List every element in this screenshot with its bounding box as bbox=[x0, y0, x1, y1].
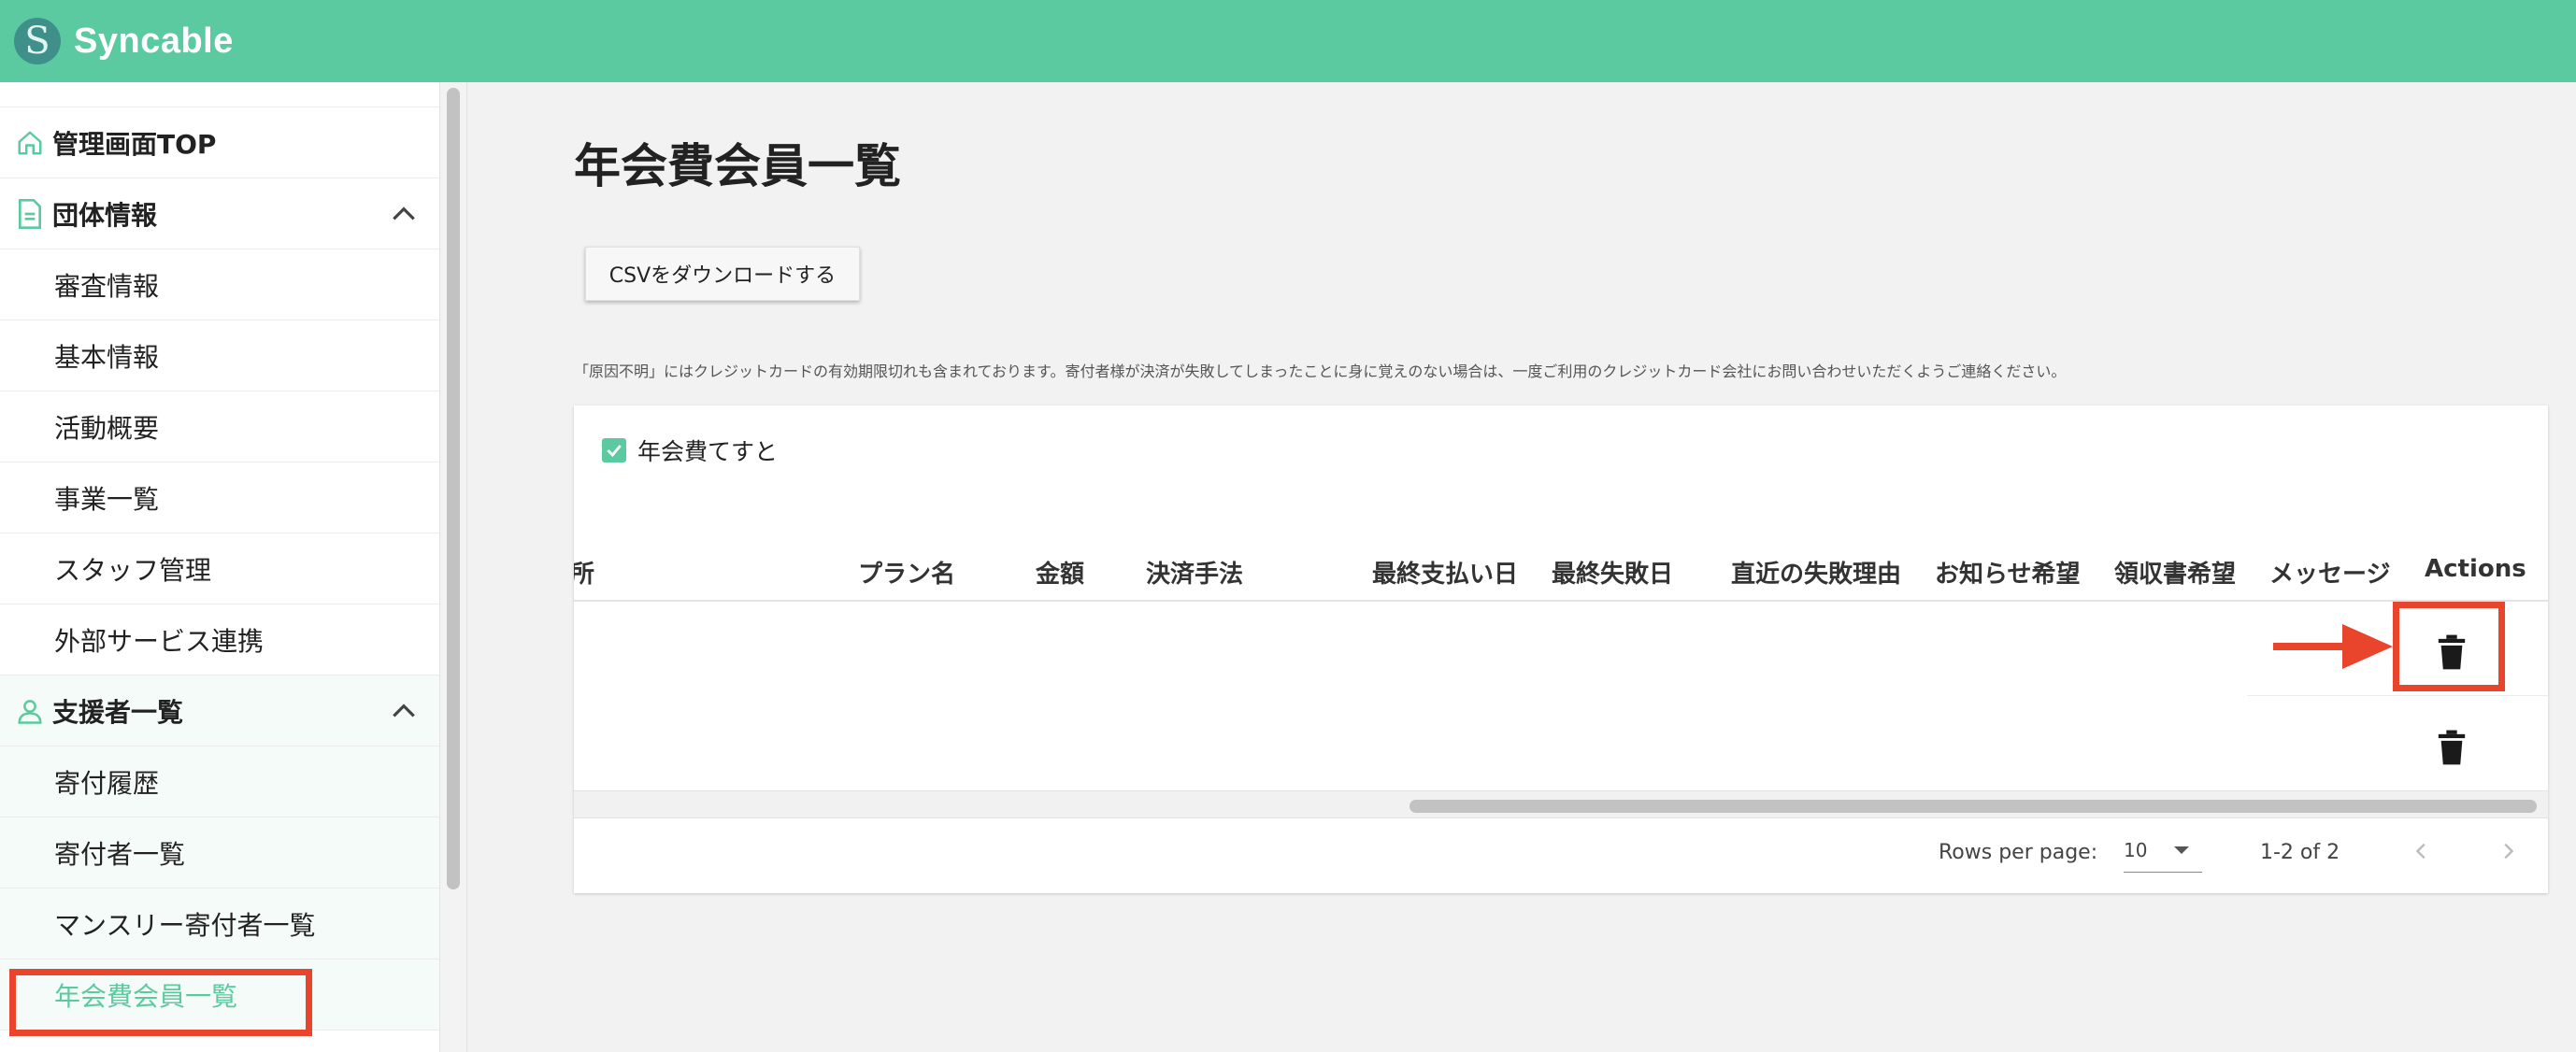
column-header[interactable]: 決済手法 bbox=[1146, 555, 1243, 590]
column-header[interactable]: 直近の失敗理由 bbox=[1731, 555, 1901, 590]
column-header[interactable]: 領収書希望 bbox=[2114, 555, 2236, 590]
sidebar-item-monthly-donors[interactable]: マンスリー寄付者一覧 bbox=[0, 889, 439, 960]
sidebar-item-label: 基本情報 bbox=[54, 341, 160, 373]
column-header[interactable]: 金額 bbox=[1036, 555, 1084, 590]
members-table-card: 年会費てすと 所 プラン名 金額 決済手法 最終支払い日 最終失敗日 直近の失敗… bbox=[574, 405, 2548, 893]
column-header[interactable]: プラン名 bbox=[858, 555, 955, 590]
sidebar-item-label: スタッフ管理 bbox=[54, 554, 212, 586]
sidebar-item-label: 管理画面TOP bbox=[52, 128, 217, 160]
previous-page-button[interactable] bbox=[2408, 837, 2436, 865]
person-icon bbox=[14, 695, 46, 727]
sidebar-item-donors[interactable]: 寄付者一覧 bbox=[0, 817, 439, 889]
column-header[interactable]: お知らせ希望 bbox=[1935, 555, 2080, 590]
chevron-right-icon bbox=[2504, 843, 2514, 860]
logo-mark: S bbox=[14, 18, 61, 64]
chevron-up-icon[interactable] bbox=[389, 696, 419, 726]
column-header[interactable]: 最終支払い日 bbox=[1372, 555, 1518, 590]
sidebar-scrollbar-thumb[interactable] bbox=[447, 88, 460, 889]
sidebar: 管理画面TOP 団体情報 審査情報 基本情報 活動概要 事業一覧 スタッフ管理 … bbox=[0, 82, 439, 1052]
rows-per-page-value: 10 bbox=[2124, 839, 2148, 861]
filter-checkbox-row[interactable]: 年会費てすと bbox=[602, 434, 778, 467]
next-page-button[interactable] bbox=[2494, 837, 2522, 865]
checkbox-label: 年会費てすと bbox=[637, 438, 779, 465]
sidebar-item-staff[interactable]: スタッフ管理 bbox=[0, 533, 439, 604]
caret-down-icon bbox=[2174, 846, 2189, 854]
column-header[interactable]: 最終失敗日 bbox=[1552, 555, 1673, 590]
column-header: Actions bbox=[2425, 555, 2526, 583]
sidebar-item-label: マンスリー寄付者一覧 bbox=[54, 909, 316, 941]
chevron-left-icon bbox=[2415, 843, 2426, 860]
failure-note: 「原因不明」にはクレジットカードの有効期限切れも含まれております。寄付者様が決済… bbox=[574, 363, 2067, 380]
table-row-divider bbox=[2247, 695, 2548, 696]
sidebar-section-org[interactable]: 団体情報 bbox=[0, 178, 439, 249]
column-header[interactable]: 所 bbox=[574, 555, 594, 590]
sidebar-item-label: 審査情報 bbox=[54, 270, 160, 302]
sidebar-item-label: 活動概要 bbox=[54, 412, 160, 444]
sidebar-item-review[interactable]: 審査情報 bbox=[0, 249, 439, 320]
home-icon bbox=[14, 127, 46, 159]
sidebar-item-label: 事業一覧 bbox=[54, 483, 160, 515]
sidebar-section-label: 支援者一覧 bbox=[52, 696, 184, 728]
sidebar-section-label: 団体情報 bbox=[52, 199, 158, 231]
app-header: S Syncable bbox=[0, 0, 2576, 82]
sidebar-item-label: 外部サービス連携 bbox=[54, 625, 265, 657]
sidebar-item-label: 寄付履歴 bbox=[54, 767, 160, 799]
chevron-up-icon[interactable] bbox=[389, 199, 419, 229]
sidebar-item-integrations[interactable]: 外部サービス連携 bbox=[0, 604, 439, 675]
document-icon bbox=[14, 198, 46, 230]
annotation-arrow bbox=[2273, 624, 2393, 669]
rows-per-page-select[interactable]: 10 bbox=[2124, 835, 2202, 873]
page-title: 年会費会員一覧 bbox=[574, 139, 901, 193]
app-name[interactable]: Syncable bbox=[74, 21, 234, 62]
sidebar-item-label: 寄付者一覧 bbox=[54, 838, 186, 870]
table-header-divider bbox=[574, 600, 2548, 602]
pagination-range: 1-2 of 2 bbox=[2260, 841, 2340, 864]
sidebar-item-activity[interactable]: 活動概要 bbox=[0, 391, 439, 462]
sidebar-item-basic[interactable]: 基本情報 bbox=[0, 320, 439, 391]
rows-per-page-label: Rows per page: bbox=[1939, 841, 2098, 864]
table-horizontal-scrollbar-thumb[interactable] bbox=[1410, 800, 2537, 813]
checkbox[interactable] bbox=[602, 438, 626, 462]
sidebar-section-supporters[interactable]: 支援者一覧 bbox=[0, 675, 439, 746]
delete-icon[interactable] bbox=[2436, 729, 2468, 766]
column-header[interactable]: メッセージ bbox=[2269, 555, 2390, 590]
sidebar-item-projects[interactable]: 事業一覧 bbox=[0, 462, 439, 533]
csv-download-button[interactable]: CSVをダウンロードする bbox=[585, 247, 860, 301]
highlight-box-sidebar bbox=[9, 969, 312, 1036]
sidebar-item-home[interactable]: 管理画面TOP bbox=[0, 107, 439, 178]
sidebar-item-donations[interactable]: 寄付履歴 bbox=[0, 746, 439, 817]
highlight-box-delete bbox=[2393, 602, 2505, 691]
